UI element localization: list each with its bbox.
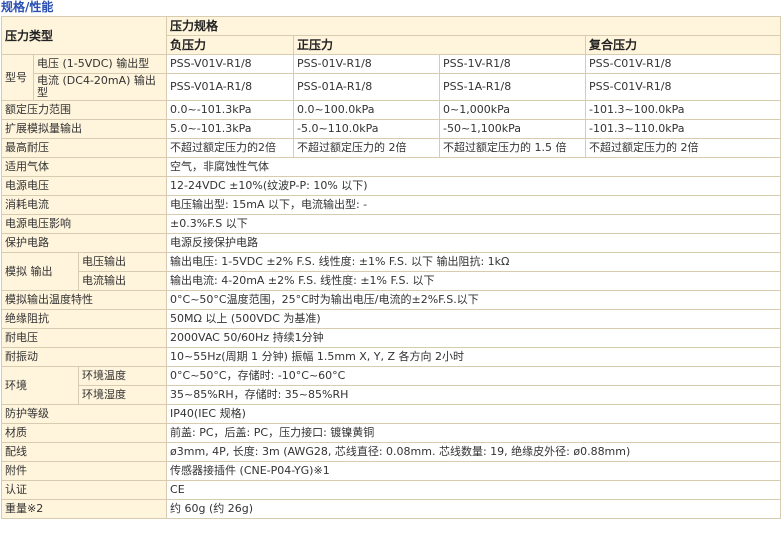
accessory-value: 传感器接插件 (CNE-P04-YG)※1 bbox=[166, 461, 782, 481]
ext-output-label: 扩展模拟量输出 bbox=[0, 119, 168, 139]
analog-current-label: 电流输出 bbox=[77, 271, 168, 291]
supply-effect-value: ±0.3%F.S 以下 bbox=[166, 214, 782, 234]
insulation-label: 绝缘阻抗 bbox=[0, 309, 168, 329]
ext-output-positive-2: -50~1,100kPa bbox=[439, 119, 587, 139]
model-current-compound: PSS-C01V-R1/8 bbox=[585, 73, 782, 101]
table-row: 额定压力范围 0.0~-101.3kPa 0.0~100.0kPa 0~1,00… bbox=[0, 100, 782, 120]
max-pressure-negative: 不超过额定压力的2倍 bbox=[166, 138, 295, 158]
table-row: 电流输出 输出电流: 4-20mA ±2% F.S. 线性度: ±1% F.S.… bbox=[2, 271, 782, 291]
insulation-value: 50MΩ 以上 (500VDC 为基准) bbox=[166, 309, 782, 329]
certification-label: 认证 bbox=[0, 480, 168, 500]
weight-value: 约 60g (约 26g) bbox=[166, 499, 782, 519]
max-pressure-positive-1: 不超过额定压力的 2倍 bbox=[293, 138, 441, 158]
table-row: 消耗电流 电压输出型: 15mA 以下，电流输出型: - bbox=[0, 195, 782, 215]
table-row: 适用气体 空气，非腐蚀性气体 bbox=[0, 157, 782, 177]
model-voltage-label: 电压 (1-5VDC) 输出型 bbox=[32, 54, 168, 74]
temp-char-label: 模拟输出温度特性 bbox=[0, 290, 168, 310]
temp-char-value: 0°C~50°C温度范围，25°C时为输出电压/电流的±2%F.S.以下 bbox=[166, 290, 782, 310]
model-current-label: 电流 (DC4-20mA) 输出型 bbox=[32, 73, 168, 101]
table-row: 压力类型 压力规格 bbox=[0, 16, 782, 55]
table-row: 保护电路 电源反接保护电路 bbox=[0, 233, 782, 253]
header-negative: 负压力 bbox=[166, 35, 295, 55]
analog-output-label: 模拟 输出 bbox=[1, 252, 79, 291]
vibration-label: 耐振动 bbox=[0, 347, 168, 367]
gas-label: 适用气体 bbox=[0, 157, 168, 177]
model-current-positive-2: PSS-1A-R1/8 bbox=[439, 73, 587, 101]
supply-voltage-label: 电源电压 bbox=[0, 176, 168, 196]
ext-output-compound: -101.3~110.0kPa bbox=[585, 119, 782, 139]
model-voltage-positive-1: PSS-01V-R1/8 bbox=[293, 54, 441, 74]
environment-label: 环境 bbox=[1, 366, 79, 405]
rated-range-positive-2: 0~1,000kPa bbox=[439, 100, 587, 120]
table-row: 附件 传感器接插件 (CNE-P04-YG)※1 bbox=[0, 461, 782, 481]
spec-table: 压力类型 压力规格 负压力 正压力 复合压力 型号 电压 (1-5VDC) 输出… bbox=[0, 16, 782, 519]
model-current-negative: PSS-V01A-R1/8 bbox=[166, 73, 295, 101]
model-voltage-compound: PSS-C01V-R1/8 bbox=[585, 54, 782, 74]
protection-grade-value: IP40(IEC 规格) bbox=[166, 404, 782, 424]
environment-humidity-value: 35~85%RH，存储时: 35~85%RH bbox=[166, 385, 782, 405]
table-row: 扩展模拟量输出 5.0~-101.3kPa -5.0~110.0kPa -50~… bbox=[0, 119, 782, 139]
rated-range-label: 额定压力范围 bbox=[0, 100, 168, 120]
withstand-value: 2000VAC 50/60Hz 持续1分钟 bbox=[166, 328, 782, 348]
withstand-label: 耐电压 bbox=[0, 328, 168, 348]
table-row: 耐电压 2000VAC 50/60Hz 持续1分钟 bbox=[0, 328, 782, 348]
max-pressure-compound: 不超过额定压力的 2倍 bbox=[585, 138, 782, 158]
current-consumption-value: 电压输出型: 15mA 以下，电流输出型: - bbox=[166, 195, 782, 215]
header-pressure-spec: 压力规格 bbox=[166, 16, 782, 36]
header-compound: 复合压力 bbox=[585, 35, 782, 55]
model-current-positive-1: PSS-01A-R1/8 bbox=[293, 73, 441, 101]
certification-value: CE bbox=[166, 480, 782, 500]
table-row: 模拟输出温度特性 0°C~50°C温度范围，25°C时为输出电压/电流的±2%F… bbox=[0, 290, 782, 310]
weight-label: 重量※2 bbox=[0, 499, 168, 519]
table-row: 最高耐压 不超过额定压力的2倍 不超过额定压力的 2倍 不超过额定压力的 1.5… bbox=[0, 138, 782, 158]
current-consumption-label: 消耗电流 bbox=[0, 195, 168, 215]
max-pressure-positive-2: 不超过额定压力的 1.5 倍 bbox=[439, 138, 587, 158]
analog-voltage-value: 输出电压: 1-5VDC ±2% F.S. 线性度: ±1% F.S. 以下 输… bbox=[166, 252, 782, 272]
analog-current-value: 输出电流: 4-20mA ±2% F.S. 线性度: ±1% F.S. 以下 bbox=[166, 271, 782, 291]
wiring-value: ø3mm, 4P, 长度: 3m (AWG28, 芯线直径: 0.08mm. 芯… bbox=[166, 442, 782, 462]
table-row: 认证 CE bbox=[0, 480, 782, 500]
protection-circuit-value: 电源反接保护电路 bbox=[166, 233, 782, 253]
protection-grade-label: 防护等级 bbox=[0, 404, 168, 424]
supply-effect-label: 电源电压影响 bbox=[0, 214, 168, 234]
rated-range-negative: 0.0~-101.3kPa bbox=[166, 100, 295, 120]
model-voltage-negative: PSS-V01V-R1/8 bbox=[166, 54, 295, 74]
protection-circuit-label: 保护电路 bbox=[0, 233, 168, 253]
table-row: 模拟 输出 电压输出 输出电压: 1-5VDC ±2% F.S. 线性度: ±1… bbox=[1, 252, 782, 291]
header-positive: 正压力 bbox=[293, 35, 587, 55]
table-row: 环境湿度 35~85%RH，存储时: 35~85%RH bbox=[2, 385, 782, 405]
table-row: 材质 前盖: PC，后盖: PC，压力接口: 镀镍黄铜 bbox=[0, 423, 782, 443]
table-row: 电流 (DC4-20mA) 输出型 PSS-V01A-R1/8 PSS-01A-… bbox=[2, 73, 782, 101]
table-row: 电源电压 12-24VDC ±10%(纹波P-P: 10% 以下) bbox=[0, 176, 782, 196]
table-row: 绝缘阻抗 50MΩ 以上 (500VDC 为基准) bbox=[0, 309, 782, 329]
environment-humidity-label: 环境湿度 bbox=[77, 385, 168, 405]
table-row: 环境 环境温度 0°C~50°C，存储时: -10°C~60°C bbox=[1, 366, 782, 405]
table-row: 重量※2 约 60g (约 26g) bbox=[0, 499, 782, 519]
environment-temp-label: 环境温度 bbox=[77, 366, 168, 386]
accessory-label: 附件 bbox=[0, 461, 168, 481]
gas-value: 空气，非腐蚀性气体 bbox=[166, 157, 782, 177]
header-pressure-type: 压力类型 bbox=[0, 16, 168, 55]
supply-voltage-value: 12-24VDC ±10%(纹波P-P: 10% 以下) bbox=[166, 176, 782, 196]
table-row: 配线 ø3mm, 4P, 长度: 3m (AWG28, 芯线直径: 0.08mm… bbox=[0, 442, 782, 462]
vibration-value: 10~55Hz(周期 1 分钟) 振幅 1.5mm X, Y, Z 各方向 2小… bbox=[166, 347, 782, 367]
model-label: 型号 bbox=[1, 54, 34, 101]
ext-output-positive-1: -5.0~110.0kPa bbox=[293, 119, 441, 139]
rated-range-positive-1: 0.0~100.0kPa bbox=[293, 100, 441, 120]
analog-voltage-label: 电压输出 bbox=[77, 252, 168, 272]
environment-temp-value: 0°C~50°C，存储时: -10°C~60°C bbox=[166, 366, 782, 386]
rated-range-compound: -101.3~100.0kPa bbox=[585, 100, 782, 120]
page-title: 规格/性能 bbox=[1, 0, 54, 14]
table-row: 耐振动 10~55Hz(周期 1 分钟) 振幅 1.5mm X, Y, Z 各方… bbox=[0, 347, 782, 367]
wiring-label: 配线 bbox=[0, 442, 168, 462]
table-row: 电源电压影响 ±0.3%F.S 以下 bbox=[0, 214, 782, 234]
model-voltage-positive-2: PSS-1V-R1/8 bbox=[439, 54, 587, 74]
max-pressure-label: 最高耐压 bbox=[0, 138, 168, 158]
table-row: 型号 电压 (1-5VDC) 输出型 PSS-V01V-R1/8 PSS-01V… bbox=[1, 54, 782, 101]
table-row: 防护等级 IP40(IEC 规格) bbox=[0, 404, 782, 424]
material-value: 前盖: PC，后盖: PC，压力接口: 镀镍黄铜 bbox=[166, 423, 782, 443]
material-label: 材质 bbox=[0, 423, 168, 443]
ext-output-negative: 5.0~-101.3kPa bbox=[166, 119, 295, 139]
